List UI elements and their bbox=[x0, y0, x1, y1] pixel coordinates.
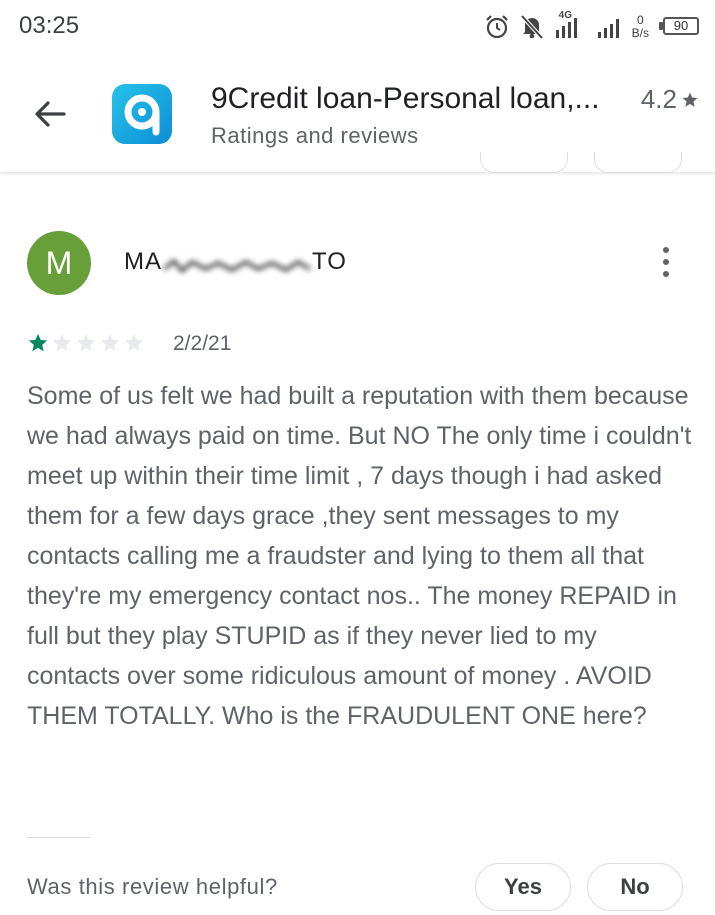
rating-value: 4.2 bbox=[640, 84, 677, 114]
reviewer-name-end: TO bbox=[312, 248, 347, 275]
star-empty-icon bbox=[76, 333, 96, 352]
app-logo-icon bbox=[112, 84, 172, 144]
status-icons: 4G 0 B/s 90 bbox=[484, 10, 703, 44]
battery-level: 90 bbox=[663, 17, 699, 35]
helpful-yes-button[interactable]: Yes bbox=[475, 863, 571, 911]
reviewer-name-start: MA bbox=[124, 248, 162, 275]
more-options-icon[interactable] bbox=[654, 244, 678, 280]
signal-icon bbox=[597, 19, 619, 38]
avatar: M bbox=[27, 231, 91, 295]
star-rating bbox=[27, 332, 145, 354]
star-empty-icon bbox=[124, 333, 144, 352]
helpful-question: Was this review helpful? bbox=[27, 874, 278, 899]
divider bbox=[27, 837, 91, 838]
review-text: Some of us felt we had built a reputatio… bbox=[27, 382, 692, 730]
signal-icon bbox=[555, 18, 577, 38]
helpful-no-button[interactable]: No bbox=[587, 863, 683, 911]
star-filled-icon bbox=[28, 333, 48, 352]
filter-chip[interactable] bbox=[480, 152, 568, 173]
alarm-icon bbox=[485, 15, 508, 39]
star-empty-icon bbox=[52, 333, 72, 352]
signal-4g: 4G bbox=[554, 10, 586, 40]
app-title: 9Credit loan-Personal loan,... bbox=[211, 82, 600, 115]
app-rating: 4.2 bbox=[641, 84, 699, 115]
reviewer-name: MA TO bbox=[124, 248, 347, 276]
star-empty-icon bbox=[100, 333, 120, 352]
status-bar: 03:25 4G 0 B/s 90 bbox=[0, 0, 715, 56]
back-arrow-icon[interactable] bbox=[30, 94, 70, 134]
battery-icon: 90 bbox=[659, 17, 703, 37]
review-date: 2/2/21 bbox=[173, 332, 232, 355]
speed-unit: B/s bbox=[631, 26, 649, 40]
filter-chip[interactable] bbox=[594, 152, 682, 173]
star-icon bbox=[682, 92, 698, 107]
page-subtitle: Ratings and reviews bbox=[211, 123, 419, 148]
redacted-name bbox=[162, 254, 312, 273]
status-time: 03:25 bbox=[19, 12, 80, 39]
network-speed: 0 B/s bbox=[632, 14, 649, 40]
mute-icon bbox=[520, 14, 544, 40]
